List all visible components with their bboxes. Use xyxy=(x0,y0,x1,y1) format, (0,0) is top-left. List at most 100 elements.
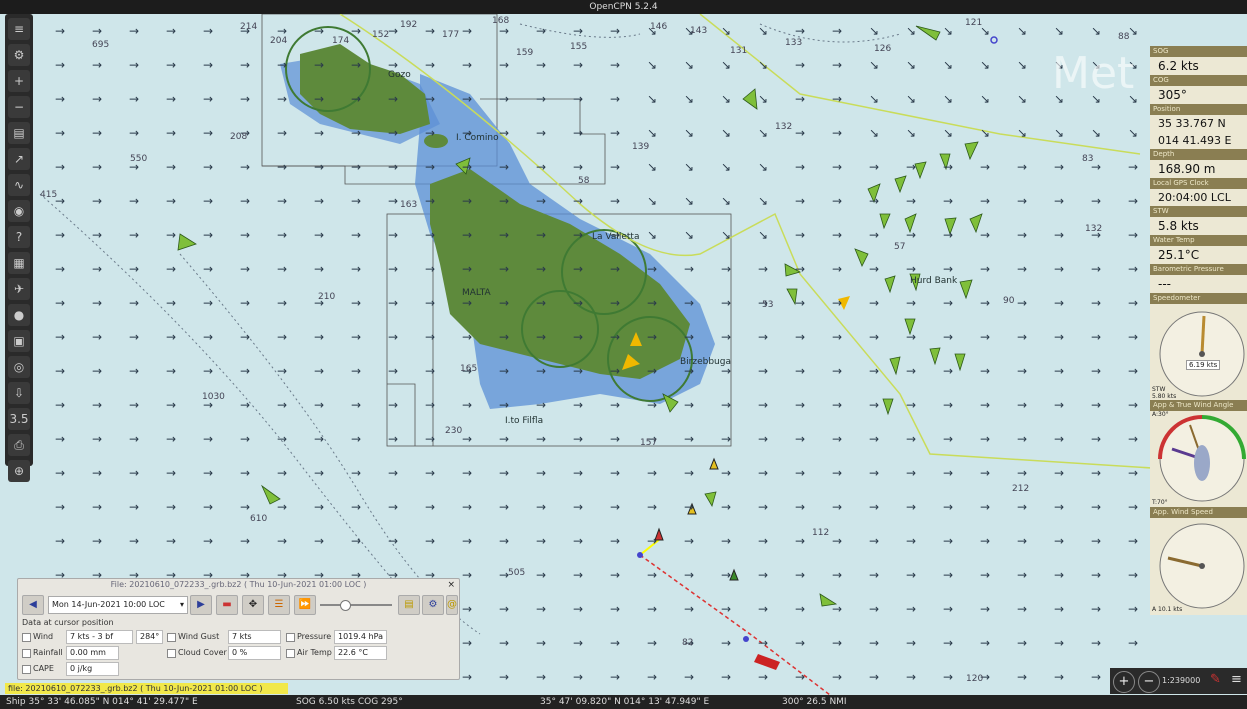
wind-arrow: → xyxy=(536,58,547,72)
wind-arrow: → xyxy=(869,636,880,650)
wind-arrow: → xyxy=(795,432,806,446)
wind-speed-bottom: A 10.1 kts xyxy=(1152,606,1183,613)
sog-cog: SOG 6.50 kts COG 295° xyxy=(296,697,403,707)
wind-arrow: → xyxy=(1017,534,1028,548)
rainfall-checkbox[interactable] xyxy=(22,649,31,658)
wind-arrow: → xyxy=(129,194,140,208)
wind-arrow: → xyxy=(980,568,991,582)
menu-icon[interactable]: ≡ xyxy=(8,18,30,40)
cog-value: 305° xyxy=(1150,86,1247,104)
show-cursor-data-icon[interactable]: ☰ xyxy=(268,595,290,615)
ais-icon[interactable]: ◉ xyxy=(8,200,30,222)
next-time-icon[interactable]: ▶ xyxy=(190,595,212,615)
wind-arrow: → xyxy=(1017,670,1028,684)
wind-arrow: → xyxy=(610,126,621,140)
cloud-value: 0 % xyxy=(228,646,281,660)
wind-arrow: → xyxy=(166,160,177,174)
wind-arrow: → xyxy=(610,534,621,548)
wind-arrow: → xyxy=(1017,398,1028,412)
wind-arrow: → xyxy=(943,296,954,310)
depth-sounding: 126 xyxy=(874,44,892,54)
wind-arrow: → xyxy=(314,262,325,276)
wind-checkbox[interactable] xyxy=(22,633,31,642)
grib-close-icon[interactable]: × xyxy=(447,580,455,590)
wind-arrow: → xyxy=(869,670,880,684)
wind-arrow: → xyxy=(499,466,510,480)
grib-time-select[interactable]: Mon 14-Jun-2021 10:00 LOC ▾ xyxy=(48,596,188,614)
play-icon[interactable]: ⏩ xyxy=(294,595,316,615)
grib-icon[interactable]: ▦ xyxy=(8,252,30,274)
route-icon[interactable]: ↗ xyxy=(8,148,30,170)
wind-arrow: ↘ xyxy=(1017,126,1028,140)
wind-arrow: → xyxy=(943,364,954,378)
chart-quilt-icon[interactable]: ▤ xyxy=(8,122,30,144)
depth-sounding: 57 xyxy=(894,242,906,252)
place-label: La Valletta xyxy=(592,232,640,242)
pencil-icon[interactable]: ✎ xyxy=(1210,672,1221,687)
lifebuoy-icon[interactable]: ⊕ xyxy=(8,460,30,482)
grib-settings-gear-icon[interactable]: ⚙ xyxy=(422,595,444,615)
stw-value: 5.8 kts xyxy=(1150,217,1247,235)
camera-icon[interactable]: ● xyxy=(8,304,30,326)
wind-arrow: → xyxy=(573,398,584,412)
wind-arrow: ↘ xyxy=(1054,126,1065,140)
wind-arrow: → xyxy=(425,228,436,242)
zoom-in-icon[interactable]: + xyxy=(8,70,30,92)
track-icon[interactable]: ∿ xyxy=(8,174,30,196)
wind-arrow: → xyxy=(240,398,251,412)
cloud-checkbox[interactable] xyxy=(167,649,176,658)
depth-sounding: 121 xyxy=(965,18,983,28)
wind-arrow: → xyxy=(721,534,732,548)
place-label: Birzebbuga xyxy=(680,357,731,367)
radar-icon[interactable]: ◎ xyxy=(8,356,30,378)
wind-arrow: → xyxy=(277,534,288,548)
cape-checkbox[interactable] xyxy=(22,665,31,674)
aircraft-icon[interactable]: ✈ xyxy=(8,278,30,300)
menu-lines-icon[interactable]: ≡ xyxy=(1231,672,1242,687)
wind-arrow: ↘ xyxy=(1017,92,1028,106)
wind-arrow: → xyxy=(499,228,510,242)
zoom-in-button[interactable]: + xyxy=(1113,671,1135,693)
position-lat: 35 33.767 N xyxy=(1150,115,1247,132)
chart-download-icon[interactable]: ⇩ xyxy=(8,382,30,404)
wind-arrow: → xyxy=(795,330,806,344)
wind-arrow: → xyxy=(832,296,843,310)
help-icon[interactable]: ? xyxy=(8,226,30,248)
cloud-label: Cloud Cover xyxy=(178,648,227,657)
wind-arrow: → xyxy=(314,534,325,548)
now-time-icon[interactable]: ▬ xyxy=(216,595,238,615)
wind-arrow: → xyxy=(92,126,103,140)
wind-arrow: → xyxy=(647,296,658,310)
print-icon[interactable]: ⎙ xyxy=(8,434,30,456)
zoom-out-icon[interactable]: − xyxy=(8,96,30,118)
wind-arrow: → xyxy=(1128,398,1139,412)
wind-arrow: → xyxy=(203,24,214,38)
scale-icon[interactable]: 3.5 xyxy=(8,408,30,430)
zoom-out-button[interactable]: − xyxy=(1138,671,1160,693)
wind-arrow: → xyxy=(499,194,510,208)
water-temp-label: Water Temp xyxy=(1150,235,1247,246)
grib-slider-handle[interactable] xyxy=(340,600,351,611)
prev-time-icon[interactable]: ◀ xyxy=(22,595,44,615)
wind-arrow: → xyxy=(647,398,658,412)
wind-arrow: → xyxy=(721,296,732,310)
wind-arrow: → xyxy=(351,160,362,174)
request-icon[interactable]: @ xyxy=(446,595,458,615)
gust-checkbox[interactable] xyxy=(167,633,176,642)
wind-arrow: → xyxy=(129,466,140,480)
settings-gear-icon[interactable]: ⚙ xyxy=(8,44,30,66)
wind-arrow: → xyxy=(92,364,103,378)
wind-arrow: → xyxy=(388,262,399,276)
open-file-icon[interactable]: ▤ xyxy=(398,595,420,615)
air-temp-checkbox[interactable] xyxy=(286,649,295,658)
pressure-checkbox[interactable] xyxy=(286,633,295,642)
dashboard-icon[interactable]: ▣ xyxy=(8,330,30,352)
wind-arrow: → xyxy=(277,466,288,480)
wind-arrow: → xyxy=(1128,262,1139,276)
wind-angle-value: A:30° xyxy=(1152,411,1169,418)
grib-slider[interactable] xyxy=(320,600,392,611)
wind-arrow: → xyxy=(55,58,66,72)
wind-arrow: → xyxy=(166,262,177,276)
zoom-grib-icon[interactable]: ✥ xyxy=(242,595,264,615)
wind-arrow: → xyxy=(203,432,214,446)
